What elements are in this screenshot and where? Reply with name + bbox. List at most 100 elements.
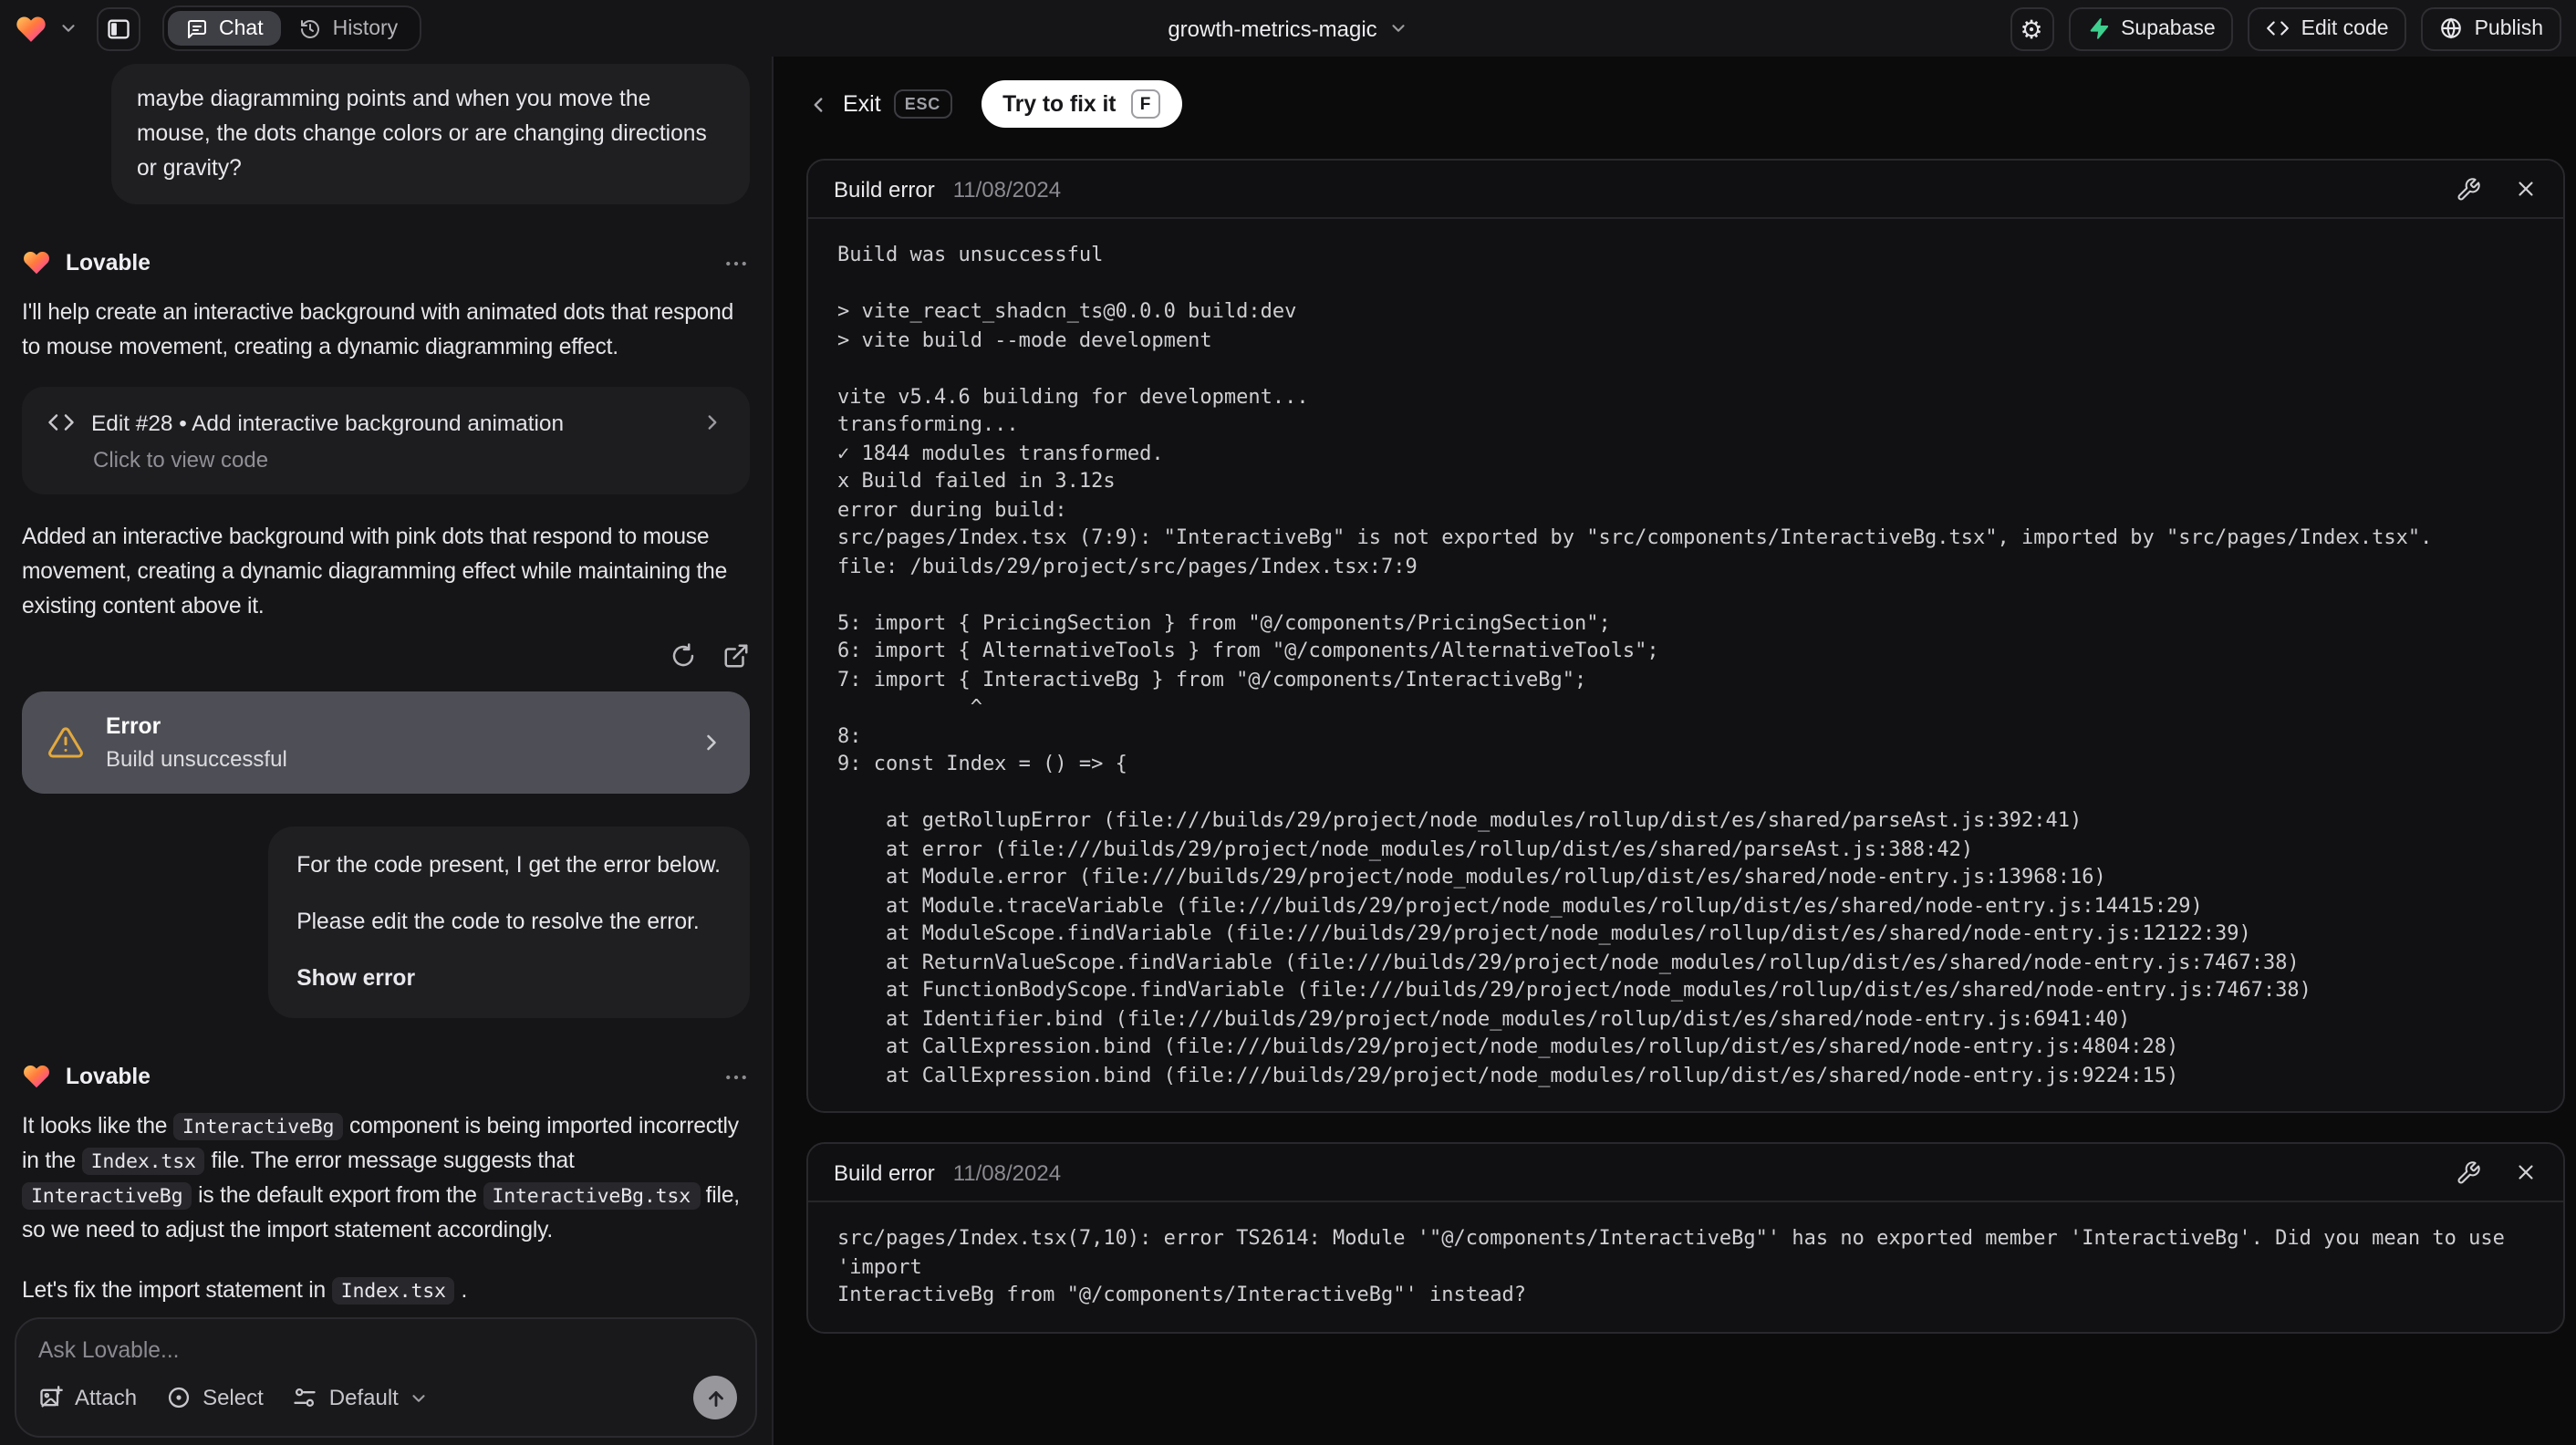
fix-wrench-button[interactable] [2456, 1159, 2481, 1185]
history-icon [300, 17, 322, 39]
gear-icon: ⚙ [2020, 14, 2043, 43]
arrow-up-icon [703, 1386, 727, 1409]
user-message-text: maybe diagramming points and when you mo… [137, 86, 707, 181]
build-error-panel: Build error 11/08/2024 Build was unsucce… [806, 159, 2565, 1113]
workspace-toolbar: Exit ESC Try to fix it F [806, 78, 2565, 130]
build-error-log-text: src/pages/Index.tsx(7,10): error TS2614:… [837, 1226, 2505, 1306]
exit-button[interactable]: Exit ESC [806, 89, 952, 119]
user-message-line: Please edit the code to resolve the erro… [296, 909, 700, 934]
assistant-paragraph: Let's fix the import statement in Index.… [22, 1277, 468, 1305]
target-icon [166, 1385, 192, 1410]
warning-triangle-icon [47, 724, 84, 761]
project-chevron-down-icon [1388, 18, 1408, 38]
workspace-chevron-down-icon[interactable] [58, 18, 78, 38]
edit-28-card[interactable]: Edit #28 • Add interactive background an… [22, 387, 750, 494]
publish-label: Publish [2474, 17, 2543, 39]
inline-code: InteractiveBg [22, 1182, 192, 1210]
attach-label: Attach [75, 1385, 138, 1410]
chevron-left-icon [806, 92, 830, 116]
assistant-header: Lovable [22, 248, 750, 277]
tab-history[interactable]: History [282, 11, 417, 46]
chat-input-container: Attach Select Default [15, 1317, 757, 1438]
chat-history-segmented-control: Chat History [162, 5, 422, 51]
try-to-fix-button[interactable]: Try to fix it F [981, 80, 1182, 128]
publish-button[interactable]: Publish [2421, 6, 2561, 50]
open-external-icon[interactable] [722, 642, 750, 670]
supabase-label: Supabase [2121, 17, 2216, 39]
build-error-panel-header: Build error 11/08/2024 [808, 161, 2563, 219]
select-label: Select [203, 1385, 264, 1410]
build-error-log[interactable]: Build was unsuccessful > vite_react_shad… [808, 219, 2563, 1111]
lovable-avatar-heart-icon [22, 1062, 51, 1091]
tab-history-label: History [332, 17, 399, 39]
assistant-header: Lovable [22, 1062, 750, 1091]
assistant-name: Lovable [66, 250, 151, 275]
error-workspace: Exit ESC Try to fix it F Build error 11/… [774, 57, 2576, 1445]
top-header: Chat History growth-metrics-magic ⚙ Supa… [0, 0, 2576, 57]
user-message-line: For the code present, I get the error be… [296, 852, 721, 878]
image-plus-icon [38, 1385, 64, 1410]
edit-28-title: Edit #28 • Add interactive background an… [91, 410, 565, 435]
tab-chat[interactable]: Chat [168, 11, 282, 46]
panel-date: 11/08/2024 [952, 1159, 1062, 1185]
esc-key-badge: ESC [893, 89, 952, 119]
panel-left-icon [106, 16, 131, 41]
build-error-log-text: Build was unsuccessful > vite_react_shad… [837, 243, 2433, 1086]
build-error-log[interactable]: src/pages/Index.tsx(7,10): error TS2614:… [808, 1202, 2563, 1331]
build-error-panel: Build error 11/08/2024 src/pages/Index.t… [806, 1142, 2565, 1333]
show-error-link[interactable]: Show error [296, 962, 721, 996]
sidebar-toggle-button[interactable] [97, 6, 140, 50]
panel-title: Build error [834, 176, 935, 202]
tab-chat-label: Chat [219, 17, 264, 39]
assistant-name: Lovable [66, 1064, 151, 1089]
mode-default-dropdown[interactable]: Default [293, 1385, 430, 1410]
message-actions [22, 642, 750, 670]
restore-icon[interactable] [670, 642, 697, 670]
supabase-bolt-icon [2086, 16, 2110, 40]
panel-date: 11/08/2024 [952, 176, 1062, 202]
code-brackets-icon [2267, 16, 2290, 40]
error-card-subtitle: Build unsuccessful [106, 746, 287, 772]
chevron-right-icon [699, 730, 724, 755]
attach-button[interactable]: Attach [38, 1385, 137, 1410]
assistant-paragraph: It looks like the InteractiveBg componen… [22, 1113, 740, 1242]
project-title-dropdown[interactable]: growth-metrics-magic [1168, 16, 1407, 41]
inline-code: InteractiveBg [172, 1113, 344, 1140]
chat-input[interactable] [38, 1337, 733, 1374]
fix-wrench-button[interactable] [2456, 176, 2481, 202]
project-title: growth-metrics-magic [1168, 16, 1377, 41]
close-icon[interactable] [2514, 177, 2538, 201]
inline-code: InteractiveBg.tsx [483, 1182, 701, 1210]
chat-bubble-icon [186, 17, 208, 39]
exit-label: Exit [843, 91, 881, 117]
user-message: For the code present, I get the error be… [267, 826, 750, 1018]
panel-title: Build error [834, 1159, 935, 1185]
settings-button[interactable]: ⚙ [2010, 6, 2054, 50]
try-to-fix-label: Try to fix it [1002, 91, 1117, 117]
edit-code-button[interactable]: Edit code [2248, 6, 2407, 50]
assistant-paragraph: I'll help create an interactive backgrou… [22, 299, 734, 359]
code-brackets-icon [47, 409, 75, 436]
lovable-avatar-heart-icon [22, 248, 51, 277]
edit-code-label: Edit code [2301, 17, 2389, 39]
chat-panel: maybe diagramming points and when you mo… [0, 57, 774, 1445]
inline-code: Index.tsx [331, 1277, 455, 1305]
select-element-button[interactable]: Select [166, 1385, 264, 1410]
lovable-logo-heart-icon[interactable] [15, 12, 47, 45]
build-error-panel-header: Build error 11/08/2024 [808, 1144, 2563, 1202]
user-message: maybe diagramming points and when you mo… [111, 64, 750, 204]
chevron-down-icon [410, 1388, 430, 1408]
error-card-title: Error [106, 713, 161, 739]
supabase-button[interactable]: Supabase [2068, 6, 2234, 50]
mode-label: Default [328, 1385, 399, 1410]
message-more-button[interactable] [722, 1063, 750, 1090]
build-error-card[interactable]: Error Build unsuccessful [22, 691, 750, 794]
send-button[interactable] [693, 1376, 737, 1419]
sliders-icon [293, 1385, 318, 1410]
chat-message-list[interactable]: maybe diagramming points and when you mo… [0, 57, 772, 1445]
app-root: Chat History growth-metrics-magic ⚙ Supa… [0, 0, 2576, 1445]
fix-key-badge: F [1130, 89, 1160, 119]
close-icon[interactable] [2514, 1160, 2538, 1184]
chevron-right-icon [701, 411, 724, 434]
message-more-button[interactable] [722, 249, 750, 276]
